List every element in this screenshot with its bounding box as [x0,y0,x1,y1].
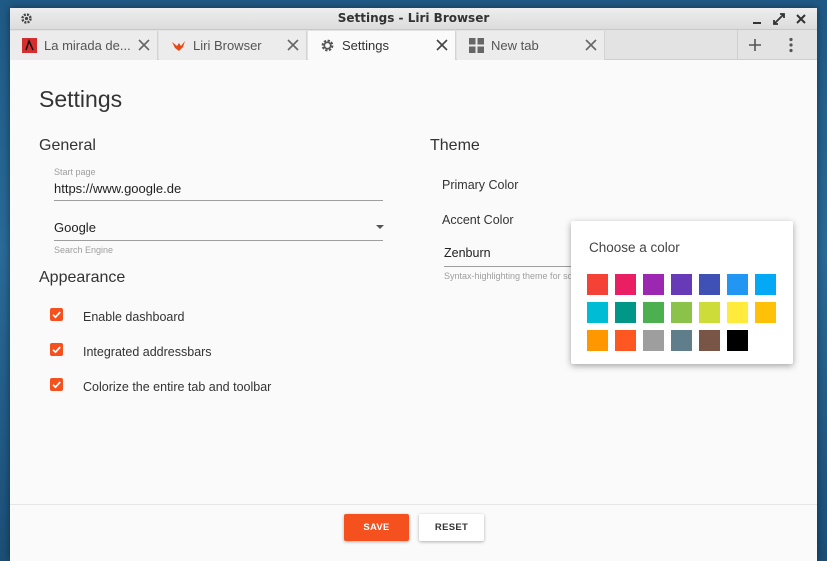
color-picker-title: Choose a color [589,240,680,255]
save-button[interactable]: SAVE [344,514,409,541]
color-swatch[interactable] [727,302,748,323]
search-engine-underline [54,240,383,241]
color-swatch[interactable] [727,330,748,351]
more-vert-icon[interactable] [782,36,800,54]
tab-label: La mirada de... [44,38,131,53]
color-swatch[interactable] [643,274,664,295]
general-heading: General [39,137,96,154]
appearance-heading: Appearance [39,269,126,286]
integrated-addressbars-label: Integrated addressbars [83,345,212,359]
tab-close-icon[interactable] [435,38,449,52]
liri-bird-favicon [172,41,185,51]
tab-liri-browser[interactable]: Liri Browser [159,31,307,60]
color-swatch[interactable] [643,330,664,351]
syntax-theme-underline [444,266,571,267]
integrated-addressbars-checkbox[interactable] [50,343,63,356]
page-title: Settings [39,86,123,112]
color-swatch[interactable] [727,274,748,295]
dropdown-arrow-icon[interactable] [375,224,385,230]
color-swatch[interactable] [699,274,720,295]
check-icon [52,346,61,354]
search-engine-label: Search Engine [54,245,114,255]
color-swatch[interactable] [587,274,608,295]
tab-label: New tab [491,38,539,53]
tab-close-icon[interactable] [137,38,151,52]
tab-settings[interactable]: Settings [308,31,456,61]
tab-bar: La mirada de... Liri Browser Settings Ne… [10,30,817,61]
theme-heading: Theme [430,137,480,154]
tab-new-tab[interactable]: New tab [457,31,605,60]
color-swatch[interactable] [755,274,776,295]
tab-label: Settings [342,38,389,53]
window-close-icon[interactable] [793,11,809,27]
tab-close-icon[interactable] [286,38,300,52]
color-swatch[interactable] [643,302,664,323]
tab-label: Liri Browser [193,38,262,53]
maximize-icon[interactable] [771,11,787,27]
accent-color-label[interactable]: Accent Color [442,213,514,227]
enable-dashboard-checkbox[interactable] [50,308,63,321]
check-icon [52,311,61,319]
syntax-theme-select[interactable]: Zenburn [444,246,491,260]
color-swatch[interactable] [587,330,608,351]
primary-color-label[interactable]: Primary Color [442,178,518,192]
color-swatch[interactable] [755,302,776,323]
search-engine-select[interactable]: Google [54,220,96,235]
gear-icon [321,39,334,52]
color-swatch[interactable] [671,302,692,323]
colorize-tab-label: Colorize the entire tab and toolbar [83,380,272,394]
color-swatch[interactable] [615,274,636,295]
start-page-input[interactable]: https://www.google.de [54,181,181,196]
tab-bar-divider [737,30,738,60]
syntax-theme-label: Syntax-highlighting theme for so [444,271,571,281]
browser-window: Settings - Liri Browser La mirada de... [10,8,817,561]
start-page-label: Start page [54,167,96,177]
color-swatch[interactable] [671,330,692,351]
tab-la-mirada[interactable]: La mirada de... [10,31,158,60]
color-swatch[interactable] [615,302,636,323]
minimize-icon[interactable] [749,11,765,27]
color-swatch[interactable] [615,330,636,351]
window-title: Settings - Liri Browser [337,11,490,25]
enable-dashboard-label: Enable dashboard [83,310,185,324]
reset-button[interactable]: RESET [419,514,484,541]
color-picker-popup: Choose a color [571,221,793,364]
colorize-tab-checkbox[interactable] [50,378,63,391]
footer-divider [10,504,817,505]
tab-close-icon[interactable] [584,38,598,52]
start-page-underline [54,200,383,201]
dashboard-grid-icon [469,38,484,53]
color-swatch[interactable] [587,302,608,323]
color-swatch[interactable] [699,302,720,323]
color-swatch[interactable] [699,330,720,351]
color-swatch[interactable] [671,274,692,295]
title-bar: Settings - Liri Browser [10,8,817,30]
add-tab-icon[interactable] [746,36,764,54]
settings-page: Settings General Start page https://www.… [10,60,817,561]
red-site-favicon [22,38,37,53]
check-icon [52,381,61,389]
